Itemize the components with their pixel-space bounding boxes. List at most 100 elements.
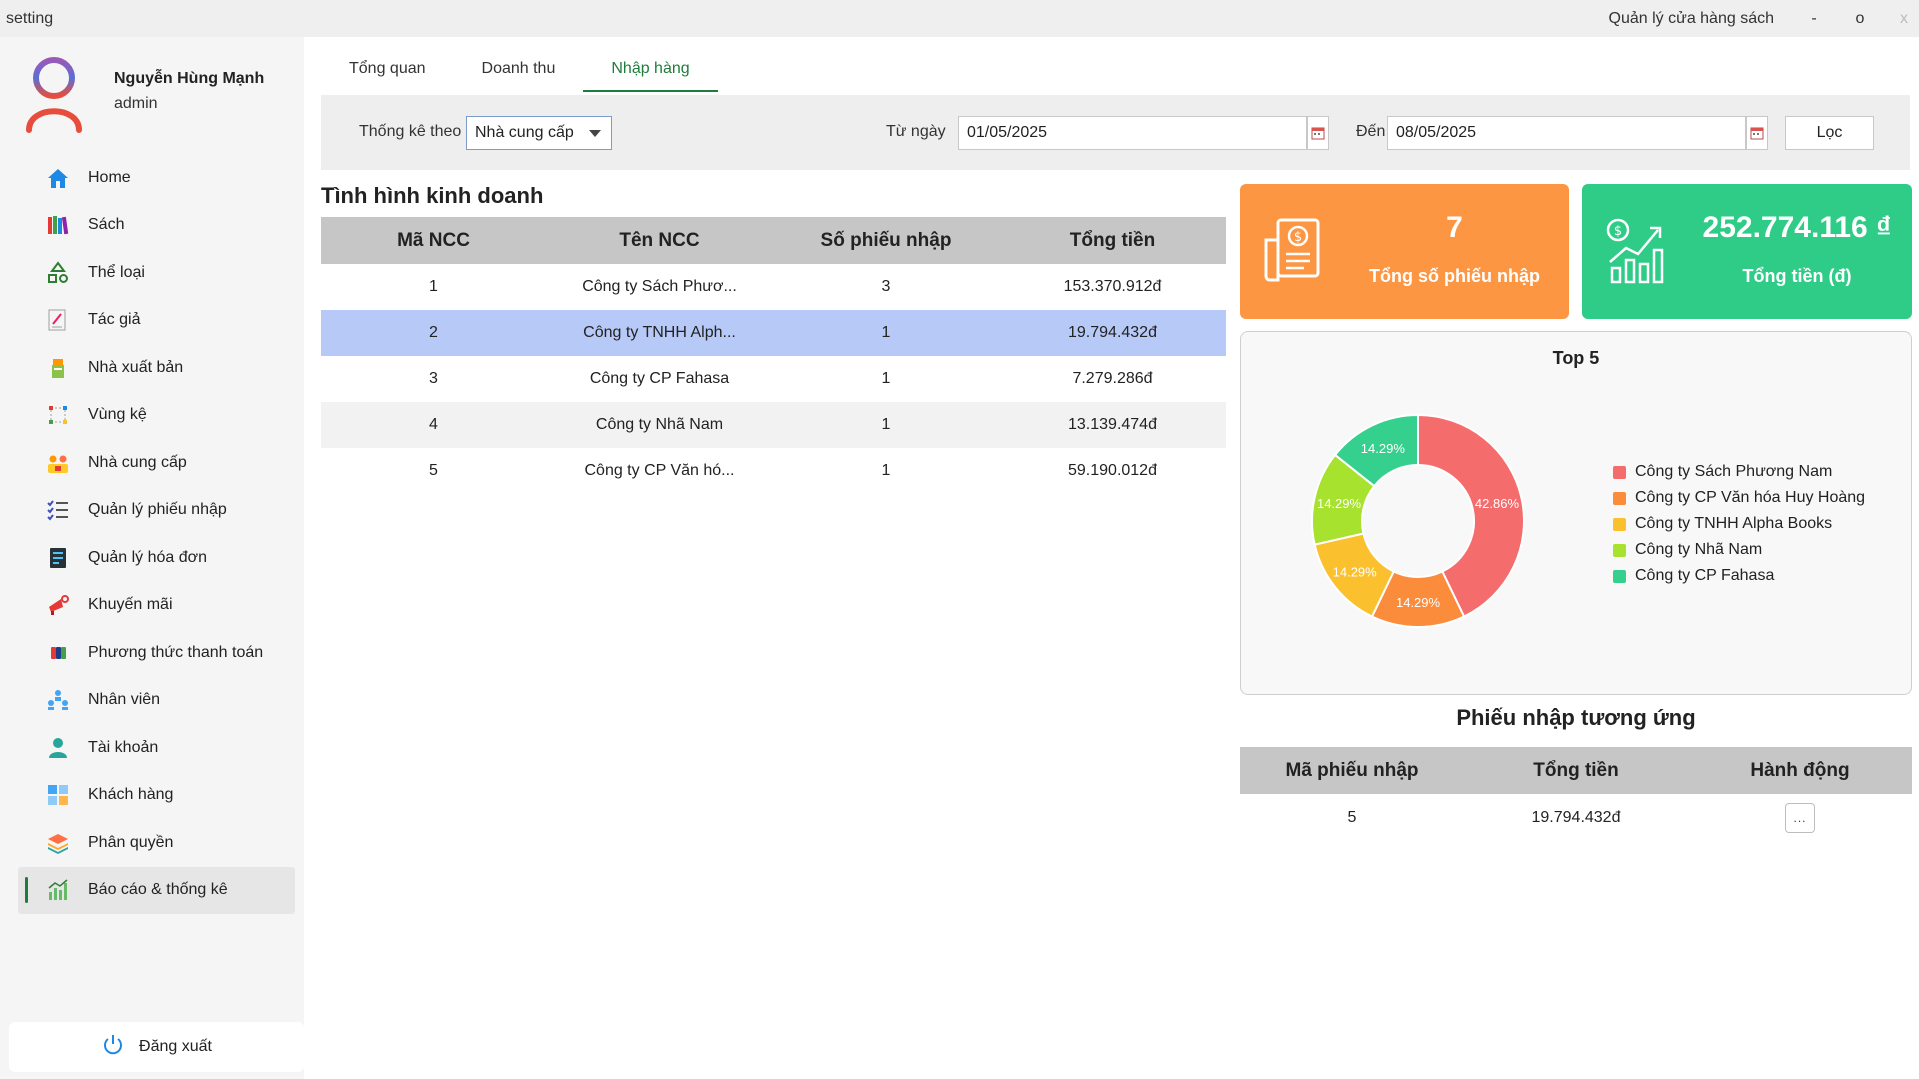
legend-swatch <box>1613 465 1626 479</box>
tab-imports[interactable]: Nhập hàng <box>583 50 718 92</box>
sidebar-item-books[interactable]: Sách <box>18 202 295 250</box>
legend-item[interactable]: Công ty CP Văn hóa Huy Hoàng <box>1613 485 1865 511</box>
filter-button[interactable]: Lọc <box>1785 116 1874 150</box>
sidebar-item-authors[interactable]: Tác giả <box>18 297 295 345</box>
sidebar-item-categories[interactable]: Thể loại <box>18 249 295 297</box>
sidebar-item-permissions[interactable]: Phân quyền <box>18 819 295 867</box>
group-by-select[interactable]: Nhà cung cấp <box>466 116 612 150</box>
sidebar-item-import-receipts[interactable]: Quản lý phiếu nhập <box>18 487 295 535</box>
table-cell: 13.139.474đ <box>999 402 1226 448</box>
sidebar-item-label: Khuyến mãi <box>88 596 173 614</box>
total-amount-value: 252.774.116 ₫ <box>1702 211 1892 244</box>
table-cell: 153.370.912đ <box>999 264 1226 310</box>
legend-item[interactable]: Công ty CP Fahasa <box>1613 563 1865 589</box>
sidebar-item-publishers[interactable]: Nhà xuất bản <box>18 344 295 392</box>
legend-label: Công ty TNHH Alpha Books <box>1635 515 1833 532</box>
power-icon <box>101 1033 125 1062</box>
receipt-count-caption: Tổng số phiếu nhập <box>1369 266 1540 286</box>
svg-text:$: $ <box>1614 224 1622 239</box>
receipt-count-card: $ 7 Tổng số phiếu nhập <box>1240 184 1569 319</box>
from-calendar-button[interactable] <box>1307 116 1329 150</box>
legend-item[interactable]: Công ty Sách Phương Nam <box>1613 459 1865 485</box>
avatar <box>24 55 84 135</box>
sidebar-item-staff[interactable]: Nhân viên <box>18 677 295 725</box>
table-row[interactable]: 5 19.794.432đ ... <box>1240 794 1912 841</box>
tab-revenue[interactable]: Doanh thu <box>454 50 584 92</box>
legend-label: Công ty Sách Phương Nam <box>1635 463 1833 480</box>
slice-percent-label: 42.86% <box>1475 496 1520 511</box>
column-header[interactable]: Số phiếu nhập <box>773 217 999 264</box>
legend-item[interactable]: Công ty TNHH Alpha Books <box>1613 511 1865 537</box>
from-date-input[interactable] <box>958 116 1307 150</box>
sidebar-item-accounts[interactable]: Tài khoản <box>18 724 295 772</box>
maximize-button[interactable]: o <box>1850 10 1870 28</box>
sidebar-item-reports[interactable]: Báo cáo & thống kê <box>18 866 295 914</box>
tab-overview[interactable]: Tổng quan <box>321 50 454 92</box>
top5-chart-panel: Top 5 42.86% 14.29% 14.29% 14.29% 14.29% Côn… <box>1240 331 1912 695</box>
sidebar-item-label: Sách <box>88 216 125 234</box>
to-calendar-button[interactable] <box>1746 116 1768 150</box>
table-cell: 4 <box>321 402 546 448</box>
chart-legend: Công ty Sách Phương Nam Công ty CP Văn hó… <box>1613 459 1865 589</box>
books-icon <box>45 212 71 238</box>
sidebar-item-invoices[interactable]: Quản lý hóa đơn <box>18 534 295 582</box>
table-cell: 5 <box>1240 794 1464 841</box>
table-header-row: Mã NCC Tên NCC Số phiếu nhập Tổng tiền <box>321 217 1226 264</box>
column-header[interactable]: Tổng tiền <box>1464 747 1688 794</box>
from-date-label: Từ ngày <box>886 123 946 140</box>
chart-title: Top 5 <box>1552 348 1600 368</box>
table-cell: 3 <box>773 264 999 310</box>
calendar-icon <box>1750 127 1764 140</box>
sidebar-item-label: Quản lý phiếu nhập <box>88 501 227 519</box>
table-cell: Công ty TNHH Alph... <box>546 310 773 356</box>
supplier-summary-table: Mã NCC Tên NCC Số phiếu nhập Tổng tiền 1… <box>321 217 1226 494</box>
legend-swatch <box>1613 543 1626 557</box>
legend-item[interactable]: Công ty Nhã Nam <box>1613 537 1865 563</box>
receipts-section-title: Phiếu nhập tương ứng <box>1456 705 1696 730</box>
total-amount-card: $ 252.774.116 ₫ Tổng tiền (đ) <box>1582 184 1912 319</box>
table-row[interactable]: 1 Công ty Sách Phươ... 3 153.370.912đ <box>321 264 1226 310</box>
layers-icon <box>45 830 71 856</box>
sidebar-item-customers[interactable]: Khách hàng <box>18 772 295 820</box>
more-actions-button[interactable]: ... <box>1785 802 1815 833</box>
table-cell: 59.190.012đ <box>999 448 1226 494</box>
column-header[interactable]: Tổng tiền <box>999 217 1226 264</box>
sidebar-item-home[interactable]: Home <box>18 154 295 202</box>
home-icon <box>45 165 71 191</box>
table-row[interactable]: 2 Công ty TNHH Alph... 1 19.794.432đ <box>321 310 1226 356</box>
table-cell: Công ty Nhã Nam <box>546 402 773 448</box>
column-header[interactable]: Mã NCC <box>321 217 546 264</box>
sidebar-item-label: Tài khoản <box>88 738 159 756</box>
sidebar-item-label: Thể loại <box>88 263 145 281</box>
sidebar-item-label: Phương thức thanh toán <box>88 643 264 661</box>
table-cell: 19.794.432đ <box>999 310 1226 356</box>
close-button[interactable]: x <box>1894 10 1914 28</box>
legend-label: Công ty CP Fahasa <box>1635 567 1775 584</box>
column-header[interactable]: Tên NCC <box>546 217 773 264</box>
user-role: admin <box>114 95 158 112</box>
column-header[interactable]: Mã phiếu nhập <box>1240 747 1464 794</box>
sidebar-item-shelf-areas[interactable]: Vùng kệ <box>18 392 295 440</box>
table-cell: 2 <box>321 310 546 356</box>
slice-percent-label: 14.29% <box>1396 595 1441 610</box>
to-date-input[interactable] <box>1387 116 1746 150</box>
sidebar-item-suppliers[interactable]: Nhà cung cấp <box>18 439 295 487</box>
sidebar-item-promotions[interactable]: Khuyến mãi <box>18 582 295 630</box>
table-row[interactable]: 3 Công ty CP Fahasa 1 7.279.286đ <box>321 356 1226 402</box>
slice-percent-label: 14.29% <box>1317 496 1362 511</box>
table-cell: 3 <box>321 356 546 402</box>
table-cell: 1 <box>321 264 546 310</box>
settings-label[interactable]: setting <box>6 10 53 28</box>
receipts-table: Mã phiếu nhập Tổng tiền Hành động 5 19.7… <box>1240 747 1912 841</box>
publisher-icon <box>45 355 71 381</box>
column-header[interactable]: Hành động <box>1688 747 1912 794</box>
slice-percent-label: 14.29% <box>1333 565 1378 580</box>
table-row[interactable]: 5 Công ty CP Văn hó... 1 59.190.012đ <box>321 448 1226 494</box>
sidebar-item-label: Nhà xuất bản <box>88 358 184 376</box>
logout-button[interactable]: Đăng xuất <box>9 1022 304 1072</box>
sidebar-item-label: Phân quyền <box>88 833 174 851</box>
table-row[interactable]: 4 Công ty Nhã Nam 1 13.139.474đ <box>321 402 1226 448</box>
table-cell: 1 <box>773 448 999 494</box>
minimize-button[interactable]: - <box>1804 10 1824 28</box>
sidebar-item-payment-methods[interactable]: Phương thức thanh toán <box>18 629 295 677</box>
